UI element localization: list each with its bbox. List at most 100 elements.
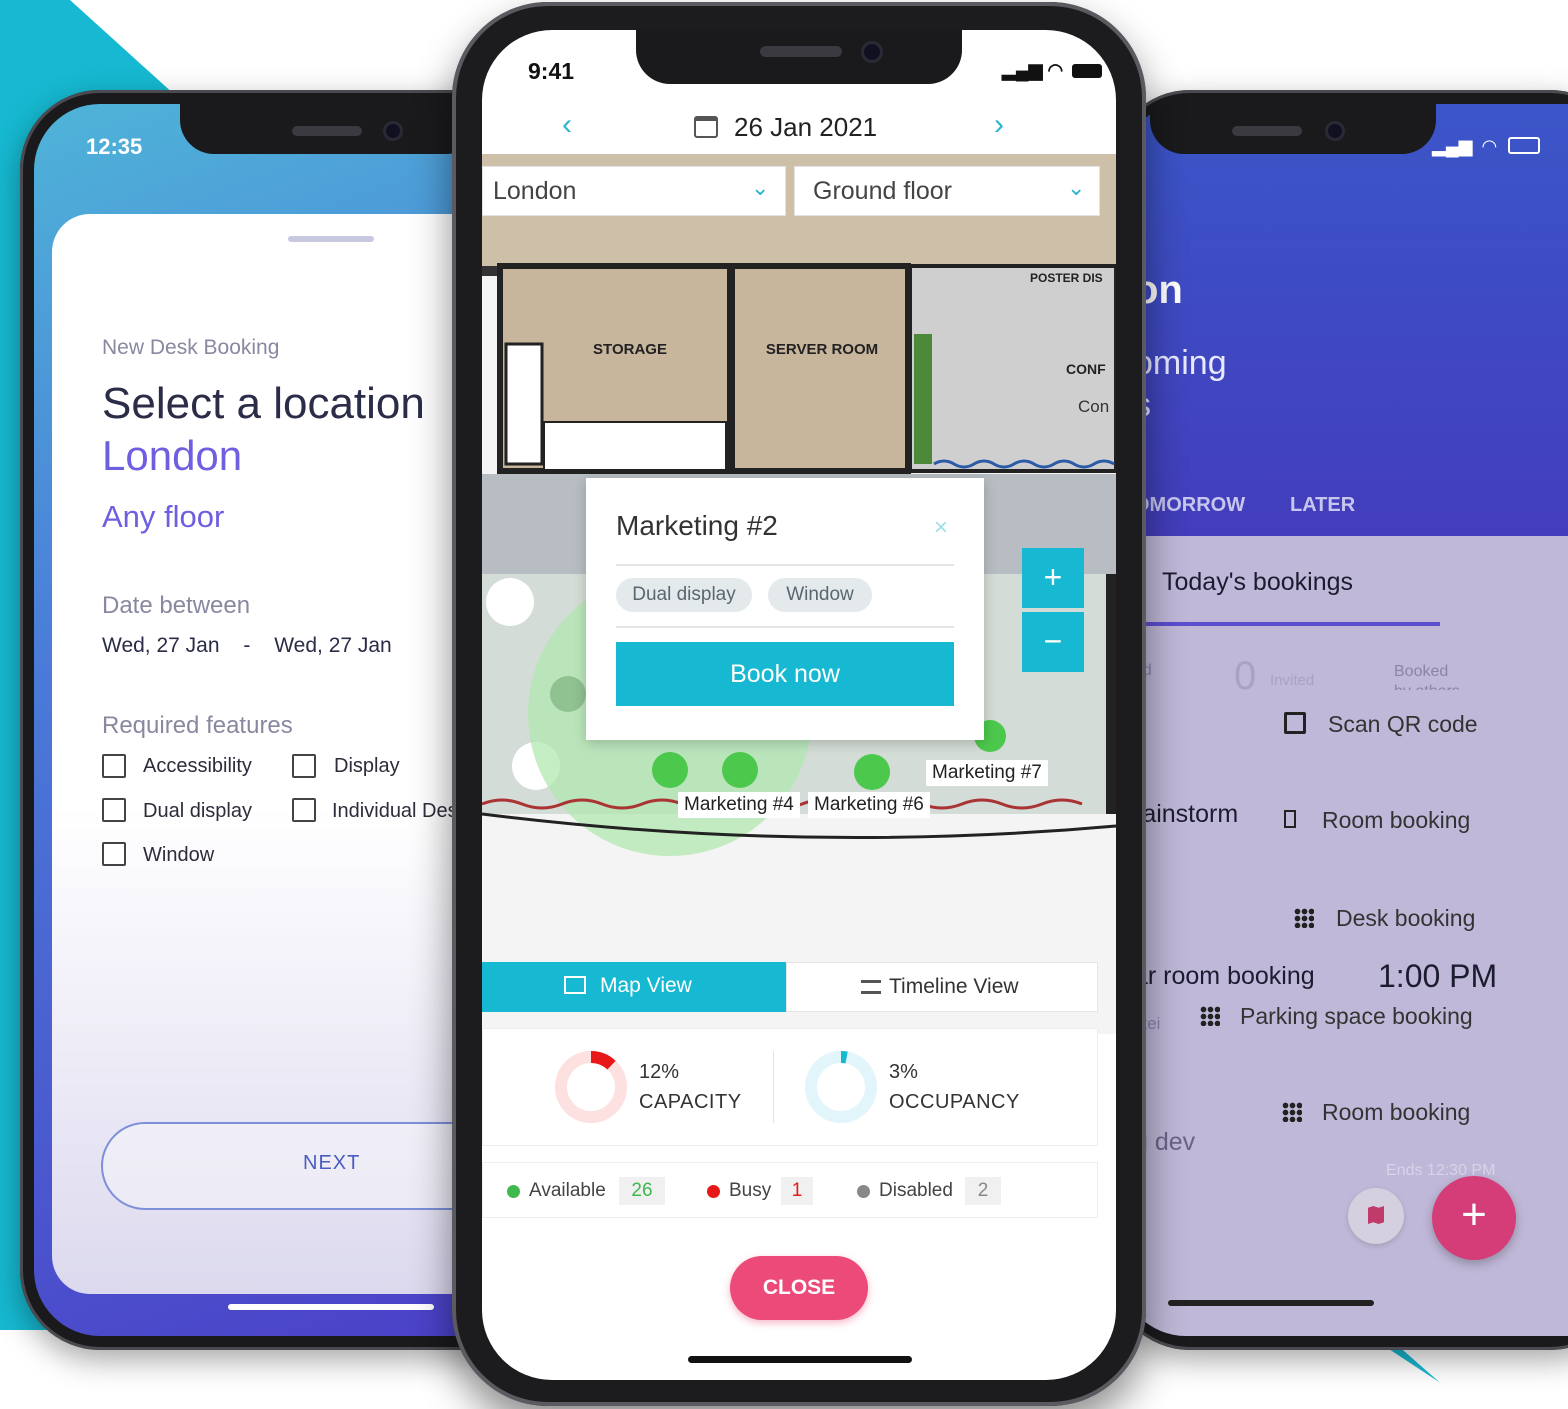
current-date[interactable]: 26 Jan 2021 bbox=[734, 112, 877, 143]
next-day-button[interactable]: › bbox=[994, 108, 1004, 142]
notch bbox=[636, 30, 962, 84]
map-icon bbox=[564, 976, 586, 994]
divider bbox=[616, 564, 954, 566]
map-icon bbox=[1368, 1206, 1384, 1224]
active-tab-underline bbox=[1120, 622, 1440, 626]
booking-subtitle: New Desk Booking bbox=[102, 336, 280, 359]
date-separator: - bbox=[243, 634, 251, 657]
signal-icon: ▂▄▆ bbox=[1432, 136, 1473, 156]
feature-label: Accessibility bbox=[143, 755, 252, 777]
tab-timeline-view[interactable]: Timeline View bbox=[786, 962, 1098, 1012]
legend-disabled: Disabled bbox=[879, 1180, 953, 1201]
todays-bookings-title: Today's bookings bbox=[1162, 568, 1354, 596]
prev-day-button[interactable]: ‹ bbox=[562, 108, 572, 142]
signal-icon: ▂▄▆ bbox=[1002, 60, 1043, 80]
room-booking-label: Room booking bbox=[1322, 807, 1471, 833]
disabled-count: 2 bbox=[965, 1177, 1001, 1205]
speaker bbox=[1232, 126, 1302, 136]
feature-label: Dual display bbox=[143, 800, 252, 822]
add-booking-fab[interactable]: + bbox=[1432, 1176, 1516, 1260]
upcoming-line-1: oming bbox=[1134, 344, 1227, 382]
date-range[interactable]: Wed, 27 Jan - Wed, 27 Jan bbox=[102, 634, 392, 658]
available-count: 26 bbox=[619, 1177, 665, 1205]
wifi-icon: ◠ bbox=[1481, 136, 1498, 156]
date-label: Date between bbox=[102, 592, 251, 619]
busy-count: 1 bbox=[781, 1177, 813, 1205]
next-label: NEXT bbox=[303, 1152, 361, 1174]
home-indicator bbox=[228, 1304, 434, 1310]
timeline-icon bbox=[861, 980, 881, 994]
location-select-value: London bbox=[493, 177, 577, 205]
feature-chip: Window bbox=[768, 578, 872, 612]
checkbox[interactable] bbox=[102, 754, 126, 778]
status-icons: ▂▄▆ ◠ bbox=[1432, 136, 1541, 157]
tab-map-view[interactable]: Map View bbox=[482, 962, 786, 1012]
status-time: 9:41 bbox=[528, 58, 575, 84]
date-to[interactable]: Wed, 27 Jan bbox=[274, 634, 392, 657]
divider bbox=[616, 626, 954, 628]
desk-label[interactable]: Marketing #6 bbox=[808, 792, 930, 818]
grid-icon bbox=[1200, 1006, 1220, 1026]
speaker bbox=[292, 126, 362, 136]
parking-booking-label: Parking space booking bbox=[1240, 1003, 1473, 1029]
features-label: Required features bbox=[102, 712, 293, 739]
checkbox[interactable] bbox=[102, 798, 126, 822]
status-icons: ▂▄▆ ◠ bbox=[1002, 60, 1103, 81]
tab-later[interactable]: LATER bbox=[1290, 494, 1355, 517]
notch bbox=[1150, 104, 1436, 154]
legend-busy: Busy bbox=[729, 1180, 772, 1201]
invited-label: Invited bbox=[1270, 672, 1315, 689]
plus-icon: + bbox=[1461, 1190, 1487, 1239]
right-phone: ▂▄▆ ◠ on oming s OMORROW LATER Today's b… bbox=[1110, 90, 1568, 1350]
close-label: CLOSE bbox=[762, 1276, 836, 1299]
checkbox[interactable] bbox=[292, 798, 316, 822]
floor-select[interactable]: Ground floor ⌄ bbox=[794, 166, 1100, 216]
available-dot bbox=[507, 1185, 520, 1198]
close-icon[interactable]: × bbox=[934, 514, 948, 542]
battery-icon bbox=[1508, 137, 1541, 154]
occupancy-donut bbox=[805, 1051, 877, 1123]
tab-timeline-label: Timeline View bbox=[889, 975, 1019, 998]
qr-code-icon bbox=[1284, 712, 1306, 734]
chevron-down-icon: ⌄ bbox=[1067, 175, 1086, 200]
front-camera bbox=[386, 124, 400, 138]
home-indicator bbox=[688, 1356, 912, 1363]
book-now-button[interactable]: Book now bbox=[616, 642, 954, 706]
zoom-out-button[interactable]: − bbox=[1022, 612, 1084, 672]
home-indicator bbox=[1168, 1300, 1374, 1306]
capacity-percent: 12% bbox=[639, 1061, 680, 1083]
location-select[interactable]: London ⌄ bbox=[482, 166, 786, 216]
door-icon bbox=[1284, 810, 1296, 828]
zoom-in-button[interactable]: + bbox=[1022, 548, 1084, 608]
desk-label[interactable]: Marketing #7 bbox=[926, 760, 1048, 786]
busy-dot bbox=[707, 1185, 720, 1198]
capacity-donut bbox=[555, 1051, 627, 1123]
upcoming-heading: oming s bbox=[1134, 342, 1227, 426]
room-label-storage: STORAGE bbox=[593, 341, 667, 358]
page-title: Select a location bbox=[102, 379, 425, 428]
status-time: 12:35 bbox=[86, 134, 143, 159]
room-label-server: SERVER ROOM bbox=[766, 341, 878, 358]
capacity-label: CAPACITY bbox=[639, 1091, 742, 1113]
map-button[interactable] bbox=[1348, 1188, 1404, 1244]
grid-icon bbox=[1294, 908, 1314, 928]
date-from[interactable]: Wed, 27 Jan bbox=[102, 634, 220, 657]
location-value[interactable]: London bbox=[102, 432, 242, 480]
chevron-down-icon: ⌄ bbox=[751, 175, 770, 200]
floor-value[interactable]: Any floor bbox=[102, 499, 224, 535]
tab-tomorrow[interactable]: OMORROW bbox=[1134, 494, 1245, 517]
drag-handle[interactable] bbox=[288, 236, 374, 242]
status-legend: Available 26 Busy 1 Disabled 2 bbox=[482, 1162, 1098, 1218]
checkbox[interactable] bbox=[292, 754, 316, 778]
desk-label[interactable]: Marketing #4 bbox=[678, 792, 800, 818]
stats-panel: 12% CAPACITY 3% OCCUPANCY bbox=[482, 1028, 1098, 1146]
close-button[interactable]: CLOSE bbox=[730, 1256, 868, 1320]
grid-icon bbox=[1282, 1102, 1302, 1122]
book-now-label: Book now bbox=[730, 660, 840, 688]
checkbox[interactable] bbox=[102, 842, 126, 866]
desk-popup: Marketing #2 × Dual display Window Book … bbox=[586, 478, 984, 740]
feature-chip: Dual display bbox=[616, 578, 752, 612]
booking-row-title[interactable]: rainstorm bbox=[1134, 800, 1238, 829]
speaker bbox=[760, 46, 842, 57]
divider bbox=[773, 1051, 774, 1123]
